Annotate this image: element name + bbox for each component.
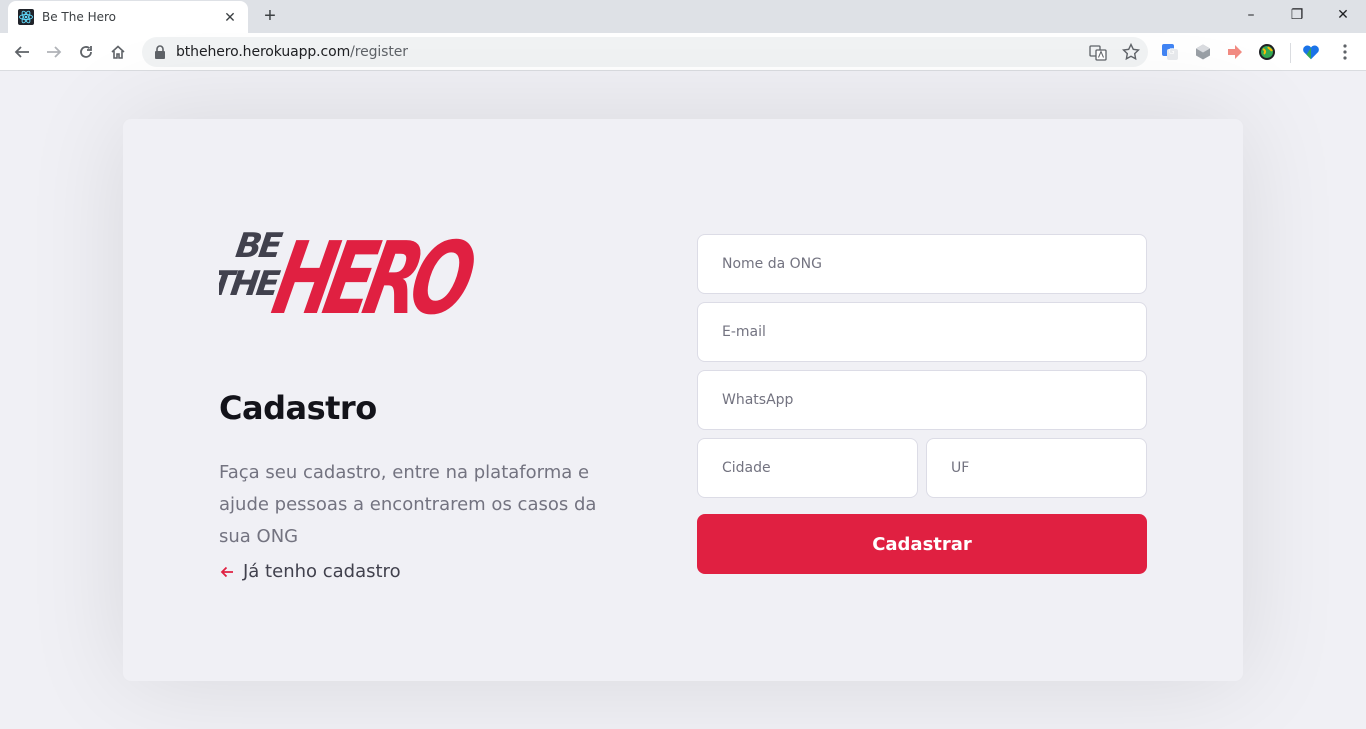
page-title: Cadastro [219,389,377,427]
page-description: Faça seu cadastro, entre na plataforma e… [219,462,597,547]
home-button[interactable] [106,40,130,64]
logo-line-be: BE [233,226,284,266]
bookmark-star-icon[interactable] [1122,43,1140,61]
page-content: BE THE HERO Cadastro Faça seu cadastro, … [0,71,1366,729]
arrow-left-icon [14,46,29,58]
browser-tabstrip: Be The Hero ✕ + – ❐ ✕ [0,0,1366,33]
be-the-hero-logo: BE THE HERO [219,220,475,323]
register-card: BE THE HERO Cadastro Faça seu cadastro, … [123,119,1243,681]
browser-tab[interactable]: Be The Hero ✕ [8,1,248,33]
lock-icon [155,45,165,59]
reload-icon [80,46,92,58]
react-favicon-icon [18,9,34,25]
arrow-left-icon [220,566,233,577]
browser-toolbar: bthehero.herokuapp.com/register G [0,33,1366,71]
logo-word-hero: HERO [264,220,475,323]
arrow-right-icon [47,46,62,58]
tab-close-icon[interactable]: ✕ [222,9,238,26]
uf-input[interactable] [926,438,1147,498]
cube-extension-icon[interactable] [1194,43,1212,61]
ngo-name-input[interactable] [697,234,1147,294]
address-bar[interactable]: bthehero.herokuapp.com/register [142,37,1148,67]
url-path: /register [350,44,408,60]
back-button[interactable] [10,40,34,64]
arrow-extension-icon[interactable] [1226,43,1244,61]
translate-icon[interactable] [1089,44,1107,62]
new-tab-button[interactable]: + [258,4,282,28]
heart-extension-icon[interactable] [1302,43,1320,61]
city-input[interactable] [697,438,918,498]
home-icon [111,45,125,59]
globe-extension-icon[interactable] [1258,43,1276,61]
email-input[interactable] [697,302,1147,362]
tab-title: Be The Hero [42,10,116,24]
url-text: bthehero.herokuapp.com/register [176,44,408,60]
whatsapp-input[interactable] [697,370,1147,430]
forward-button[interactable] [42,40,66,64]
login-link-label: Já tenho cadastro [243,561,401,582]
window-minimize-button[interactable]: – [1228,0,1274,30]
window-close-button[interactable]: ✕ [1320,0,1366,30]
reload-button[interactable] [74,40,98,64]
login-link[interactable]: Já tenho cadastro [219,561,401,582]
menu-kebab-icon[interactable] [1336,43,1354,61]
register-button[interactable]: Cadastrar [697,514,1147,574]
google-translate-extension-icon[interactable]: G [1161,43,1179,61]
toolbar-divider [1290,43,1291,63]
url-host: bthehero.herokuapp.com [176,44,351,60]
svg-text:G: G [1169,47,1175,56]
window-restore-button[interactable]: ❐ [1274,0,1320,30]
